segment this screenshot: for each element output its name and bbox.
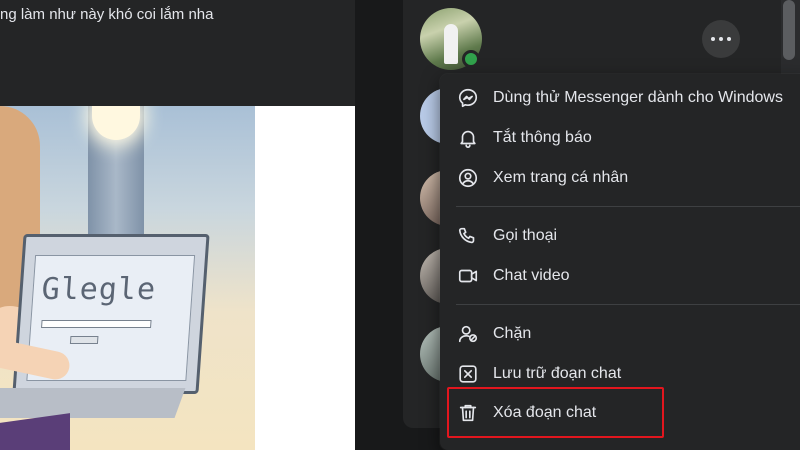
menu-item-label: Tắt thông báo [493, 129, 592, 146]
search-button [69, 336, 99, 344]
menu-item-label: Lưu trữ đoạn chat [493, 365, 622, 382]
menu-item-label: Xem trang cá nhân [493, 169, 629, 186]
menu-item-block[interactable]: Chặn [448, 316, 800, 352]
online-status-dot [462, 50, 480, 68]
menu-item-label: Chat video [493, 267, 570, 284]
phone-icon [456, 224, 480, 248]
menu-item-view-profile[interactable]: Xem trang cá nhân [448, 160, 800, 196]
anime-illustration: Glegle [0, 106, 255, 450]
menu-item-label: Chặn [493, 325, 532, 342]
purple-object [0, 413, 70, 450]
search-logo: Glegle [40, 272, 158, 307]
menu-caret [713, 64, 731, 74]
laptop-keyboard [0, 388, 186, 418]
menu-item-video-chat[interactable]: Chat video [448, 258, 800, 294]
profile-icon [456, 166, 480, 190]
dot-icon [727, 37, 731, 41]
search-bar [41, 320, 152, 328]
menu-item-mute-notifications[interactable]: Tắt thông báo [448, 120, 800, 156]
menu-item-label: Dùng thử Messenger dành cho Windows [493, 89, 783, 106]
menu-divider [456, 206, 800, 207]
menu-item-voice-call[interactable]: Gọi thoại [448, 218, 800, 254]
messenger-icon [456, 86, 480, 110]
archive-icon [456, 362, 480, 386]
menu-divider [456, 304, 800, 305]
menu-item-try-messenger-windows[interactable]: Dùng thử Messenger dành cho Windows [448, 80, 800, 116]
dot-icon [711, 37, 715, 41]
highlight-box [447, 387, 664, 438]
more-options-button[interactable] [702, 20, 740, 58]
post-text: ng làm như này khó coi lắm nha [0, 6, 214, 23]
menu-item-label: Gọi thoại [493, 227, 558, 244]
feed-post: ng làm như này khó coi lắm nha Glegle [0, 0, 355, 450]
post-image[interactable]: Glegle [0, 106, 355, 450]
video-icon [456, 264, 480, 288]
bell-icon [456, 126, 480, 150]
scrollbar-thumb[interactable] [783, 0, 795, 60]
block-user-icon [456, 322, 480, 346]
dot-icon [719, 37, 723, 41]
